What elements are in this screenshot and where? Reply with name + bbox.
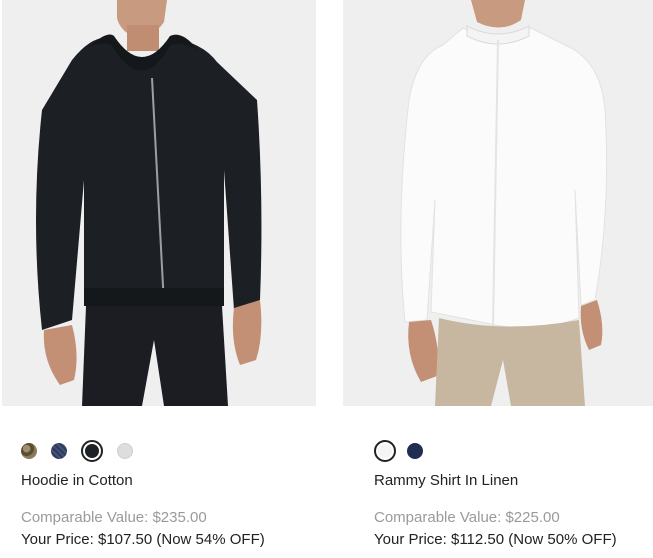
- swatch-white-selected[interactable]: [374, 440, 396, 462]
- shirt-model-illustration: [343, 0, 653, 406]
- product-card[interactable]: Hoodie in Cotton Comparable Value: $235.…: [2, 0, 316, 558]
- hoodie-model-illustration: [2, 0, 316, 406]
- product-name[interactable]: Rammy Shirt In Linen: [374, 472, 518, 489]
- swatch-black-selected[interactable]: [81, 440, 103, 462]
- swatch-navy[interactable]: [407, 443, 423, 459]
- product-image-shirt[interactable]: [343, 0, 653, 406]
- your-price: Your Price: $107.50 (Now 54% OFF): [21, 531, 265, 548]
- product-card[interactable]: Rammy Shirt In Linen Comparable Value: $…: [343, 0, 653, 558]
- color-swatches: [374, 440, 423, 462]
- swatch-camo[interactable]: [21, 443, 37, 459]
- product-image-hoodie[interactable]: [2, 0, 316, 406]
- swatch-navy-pattern[interactable]: [51, 443, 67, 459]
- color-swatches: [21, 440, 133, 462]
- swatch-light-grey[interactable]: [117, 443, 133, 459]
- comparable-value: Comparable Value: $235.00: [21, 509, 207, 526]
- your-price: Your Price: $112.50 (Now 50% OFF): [374, 531, 617, 548]
- comparable-value: Comparable Value: $225.00: [374, 509, 560, 526]
- product-name[interactable]: Hoodie in Cotton: [21, 472, 133, 489]
